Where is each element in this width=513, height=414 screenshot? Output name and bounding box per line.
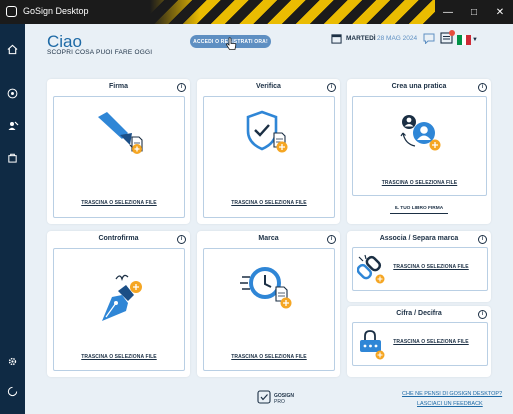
card-title: Firma xyxy=(108,83,129,90)
main-area: Ciao SCOPRI COSA PUOI FARE OGGI ACCEDI O… xyxy=(25,24,513,414)
drop-zone-cifra[interactable]: TRASCINA O SELEZIONA FILE xyxy=(352,322,488,366)
bag-icon[interactable] xyxy=(5,150,20,165)
close-button[interactable]: ✕ xyxy=(487,0,513,24)
card-controfirma: Controfirma i TRASCINA O SELEZIONA FILE xyxy=(47,231,190,377)
card-title: Associa / Separa marca xyxy=(379,235,459,242)
card-marca: Marca i TRASCINA O SELEZIONA FILE xyxy=(197,231,340,377)
card-crea-pratica: Crea una pratica i TRASCINA O SELEZIONA … xyxy=(347,79,491,224)
card-title: Crea una pratica xyxy=(391,83,447,90)
drop-zone-associa[interactable]: TRASCINA O SELEZIONA FILE xyxy=(352,247,488,291)
italian-flag-icon[interactable] xyxy=(457,35,472,45)
info-icon[interactable]: i xyxy=(478,83,487,92)
subtitle: SCOPRI COSA PUOI FARE OGGI xyxy=(47,49,153,56)
title-bar: GoSign Desktop — □ ✕ xyxy=(0,0,513,24)
chevron-down-icon[interactable]: ▼ xyxy=(472,37,478,43)
user-sign-icon[interactable] xyxy=(5,118,20,133)
card-title: Controfirma xyxy=(98,235,139,242)
fountain-pen-icon xyxy=(102,274,142,321)
feedback-link[interactable]: LASCIACI UN FEEDBACK xyxy=(417,401,483,407)
app-window: GoSign Desktop — □ ✕ Ciao SCOPRI COSA PU… xyxy=(0,0,513,414)
drop-zone-pratica[interactable]: TRASCINA O SELEZIONA FILE xyxy=(352,96,487,196)
info-icon[interactable]: i xyxy=(177,235,186,244)
select-file-link[interactable]: TRASCINA O SELEZIONA FILE xyxy=(381,264,481,270)
notification-badge xyxy=(449,30,455,36)
sidebar xyxy=(0,24,25,414)
help-icon[interactable] xyxy=(5,86,20,101)
info-icon[interactable]: i xyxy=(327,83,336,92)
date-label: 28 MAG 2024 xyxy=(377,35,418,42)
gosign-pro-logo-text: GOSIGN PRO xyxy=(274,393,295,405)
minimize-button[interactable]: — xyxy=(435,0,461,24)
info-icon[interactable]: i xyxy=(327,235,336,244)
select-file-link[interactable]: TRASCINA O SELEZIONA FILE xyxy=(353,180,486,186)
window-title: GoSign Desktop xyxy=(23,6,89,16)
pen-sign-icon xyxy=(98,112,143,154)
card-title: Verifica xyxy=(256,83,281,90)
feedback-question-link[interactable]: CHE NE PENSI DI GOSIGN DESKTOP? xyxy=(402,391,502,397)
day-label: MARTEDÌ xyxy=(346,35,376,42)
hand-cursor-icon xyxy=(226,37,237,50)
card-associa-separa: Associa / Separa marca i TRASCINA O SELE… xyxy=(347,231,491,302)
calendar-icon xyxy=(331,34,342,44)
chat-bubble-icon[interactable] xyxy=(423,33,435,44)
card-verifica: Verifica i TRASCINA O SELEZIONA FILE xyxy=(197,79,340,224)
logout-icon[interactable] xyxy=(5,384,20,399)
drop-zone-firma[interactable]: TRASCINA O SELEZIONA FILE xyxy=(53,96,185,218)
select-file-link[interactable]: TRASCINA O SELEZIONA FILE xyxy=(54,200,184,206)
info-icon[interactable]: i xyxy=(478,235,487,244)
settings-icon[interactable] xyxy=(5,354,20,369)
shield-check-icon xyxy=(246,110,288,153)
drop-zone-verifica[interactable]: TRASCINA O SELEZIONA FILE xyxy=(203,96,335,218)
drop-zone-controfirma[interactable]: TRASCINA O SELEZIONA FILE xyxy=(53,248,185,371)
select-file-link[interactable]: TRASCINA O SELEZIONA FILE xyxy=(381,339,481,345)
select-file-link[interactable]: TRASCINA O SELEZIONA FILE xyxy=(204,354,334,360)
card-cifra-decifra: Cifra / Decifra i TRASCINA O SELEZIONA F… xyxy=(347,306,491,377)
maximize-button[interactable]: □ xyxy=(461,0,487,24)
card-firma: Firma i TRASCINA O SELEZIONA FILE xyxy=(47,79,190,224)
card-title: Cifra / Decifra xyxy=(396,310,442,317)
clock-timestamp-icon xyxy=(240,267,292,309)
home-icon[interactable] xyxy=(5,42,20,57)
info-icon[interactable]: i xyxy=(478,310,487,319)
users-workflow-icon xyxy=(400,115,441,151)
gosign-pro-logo-icon xyxy=(257,390,271,404)
app-logo-icon xyxy=(6,6,17,17)
select-file-link[interactable]: TRASCINA O SELEZIONA FILE xyxy=(204,200,334,206)
select-file-link[interactable]: TRASCINA O SELEZIONA FILE xyxy=(54,354,184,360)
card-title: Marca xyxy=(258,235,279,242)
drop-zone-marca[interactable]: TRASCINA O SELEZIONA FILE xyxy=(203,248,335,371)
info-icon[interactable]: i xyxy=(177,83,186,92)
signature-book-button[interactable]: IL TUO LIBRO FIRMA xyxy=(390,206,448,214)
